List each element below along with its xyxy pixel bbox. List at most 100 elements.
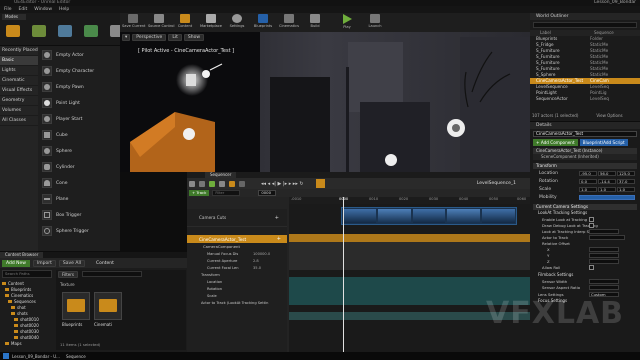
blueprint-script-button[interactable]: Blueprint/Add Script — [579, 139, 628, 146]
place-item[interactable]: Empty Pawn — [42, 81, 118, 93]
camera-cut-section[interactable] — [341, 207, 517, 225]
start-icon[interactable] — [3, 353, 9, 359]
track-filter-input[interactable]: Filter — [212, 190, 241, 196]
menu-file[interactable]: File — [4, 6, 12, 13]
scale-y[interactable]: 1.0 — [598, 187, 616, 192]
place-mode-icon[interactable] — [6, 25, 20, 37]
offset-x-field[interactable] — [589, 246, 619, 252]
place-item[interactable]: Cone — [42, 177, 118, 189]
actor-section-bar[interactable] — [289, 234, 530, 242]
category-geometry[interactable]: Geometry — [0, 96, 38, 106]
play-button[interactable]: Play — [336, 14, 358, 32]
paint-mode-icon[interactable] — [32, 25, 46, 37]
place-item[interactable]: Cube — [42, 129, 118, 141]
search-icon[interactable] — [199, 180, 205, 187]
interp-speed-field[interactable] — [589, 228, 619, 234]
marketplace-button[interactable]: Marketplace — [200, 14, 222, 32]
level-viewport[interactable]: ▾ Perspective Lit Show [ Pilot Active - … — [120, 32, 530, 172]
landscape-mode-icon[interactable] — [58, 25, 72, 37]
actor-name-field[interactable]: CineCameraActor_Test — [533, 131, 637, 137]
path-search-input[interactable]: Search Paths — [2, 270, 52, 278]
import-button[interactable]: Import — [32, 259, 56, 267]
scene-component-row[interactable]: SceneComponent (Inherited) — [533, 154, 637, 160]
property-section[interactable] — [289, 242, 530, 270]
location-z[interactable]: 125.0 — [617, 171, 635, 176]
key-icon[interactable] — [315, 179, 325, 188]
debug-checkbox[interactable] — [589, 222, 594, 228]
view-options-button[interactable]: View Options — [596, 113, 622, 118]
category-basic[interactable]: Basic — [0, 56, 38, 66]
frame-field[interactable]: 0000 — [258, 190, 277, 196]
launch-button[interactable]: Launch — [364, 14, 386, 32]
outliner-row[interactable]: SequenceActor LevelSeq — [530, 96, 640, 102]
time-ruler[interactable]: -0010 0000 0010 0020 0030 0040 0050 0060 — [289, 197, 530, 204]
add-new-button[interactable]: Add New — [2, 259, 30, 267]
playhead[interactable] — [343, 197, 344, 352]
blueprints-button[interactable]: Blueprints — [252, 14, 274, 32]
asset-search-input[interactable] — [82, 271, 142, 277]
track-focal-length[interactable]: Current Focal Len 35.0 — [187, 264, 287, 271]
place-item[interactable]: Box Trigger — [42, 209, 118, 221]
menu-window[interactable]: Window — [34, 6, 52, 13]
category-all-classes[interactable]: All Classes — [0, 116, 38, 126]
cinematics-button[interactable]: Cinematics — [278, 14, 300, 32]
content-button[interactable]: Content — [174, 14, 196, 32]
source-control-button[interactable]: Source Control — [148, 14, 174, 32]
track-camera-cuts[interactable]: Camera Cuts + — [187, 209, 287, 227]
perspective-button[interactable]: Perspective — [132, 33, 167, 41]
category-visual-effects[interactable]: Visual Effects — [0, 86, 38, 96]
place-item[interactable]: Empty Character — [42, 65, 118, 77]
settings-button[interactable]: Settings — [226, 14, 248, 32]
track-aperture[interactable]: Current Aperture 2.8 — [187, 257, 287, 264]
taskbar-item-sequence[interactable]: Sequence — [66, 354, 86, 359]
track-scale[interactable]: Scale — [187, 292, 287, 299]
grid-icon[interactable] — [239, 180, 245, 187]
settings-icon[interactable] — [219, 180, 225, 187]
scale-x[interactable]: 1.0 — [579, 187, 597, 192]
rotation-x[interactable]: 0.0 — [579, 179, 597, 184]
place-item[interactable]: Cylinder — [42, 161, 118, 173]
lit-button[interactable]: Lit — [168, 33, 182, 41]
add-cut-icon[interactable]: + — [275, 215, 279, 221]
tab-content-browser[interactable]: Content Browser — [0, 252, 44, 258]
place-item[interactable]: Point Light — [42, 97, 118, 109]
place-item[interactable]: Player Start — [42, 113, 118, 125]
track-location[interactable]: Location — [187, 278, 287, 285]
track-transform[interactable]: Transform — [187, 271, 287, 278]
taskbar-item-editor[interactable]: Lesson_09_Bondar - U... — [12, 354, 60, 359]
track-actor-to-track[interactable]: Actor to Track (LookAt Tracking Settin — [187, 299, 287, 306]
build-button[interactable]: Build — [304, 14, 326, 32]
tree-item[interactable]: Maps — [2, 340, 54, 346]
save-all-button[interactable]: Save All — [58, 259, 85, 267]
show-button[interactable]: Show — [183, 33, 205, 41]
lookat-checkbox[interactable] — [589, 216, 594, 222]
category-lights[interactable]: Lights — [0, 66, 38, 76]
offset-z-field[interactable] — [589, 258, 619, 264]
content-path[interactable]: Content — [96, 261, 114, 266]
add-component-button[interactable]: + Add Component — [533, 139, 578, 146]
category-volumes[interactable]: Volumes — [0, 106, 38, 116]
rotation-y[interactable]: -14.4 — [598, 179, 616, 184]
tab-sequencer[interactable]: Sequencer — [205, 172, 237, 178]
location-x[interactable]: -95.0 — [579, 171, 597, 176]
add-component-track-icon[interactable]: + — [277, 236, 281, 242]
menu-help[interactable]: Help — [59, 6, 69, 13]
place-item[interactable]: Sphere — [42, 145, 118, 157]
add-track-button[interactable]: + Track — [189, 190, 210, 196]
asset-tile[interactable] — [94, 292, 122, 320]
tab-modes[interactable]: Modes — [2, 14, 26, 20]
foliage-mode-icon[interactable] — [84, 25, 98, 37]
sensor-width-field[interactable] — [589, 278, 619, 284]
offset-y-field[interactable] — [589, 252, 619, 258]
category-recently-placed[interactable]: Recently Placed — [0, 46, 38, 56]
render-movie-icon[interactable] — [209, 180, 215, 187]
viewport-menu-button[interactable]: ▾ — [122, 33, 131, 41]
mobility-toggle[interactable] — [579, 195, 635, 200]
rotation-z[interactable]: 37.0 — [617, 179, 635, 184]
save-button[interactable]: Save Current — [122, 14, 145, 32]
outliner-search[interactable] — [533, 22, 637, 28]
snap-icon[interactable] — [229, 180, 235, 187]
transform-section[interactable]: Transform — [533, 163, 637, 169]
place-item[interactable]: Empty Actor — [42, 49, 118, 61]
scale-z[interactable]: 1.0 — [617, 187, 635, 192]
